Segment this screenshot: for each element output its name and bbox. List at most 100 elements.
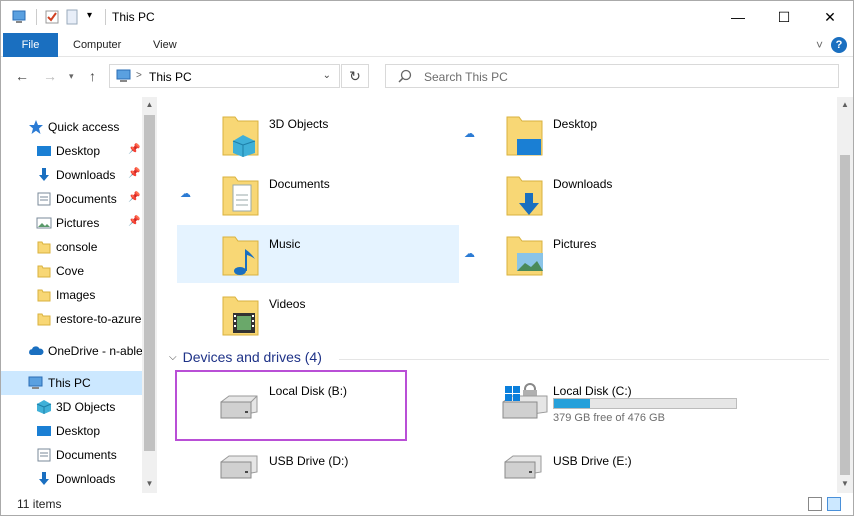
sidebar-item-cove[interactable]: Cove <box>1 259 142 283</box>
sidebar-item-label: Documents <box>56 192 117 206</box>
desktop-icon <box>36 143 52 159</box>
folder-name: Videos <box>269 297 306 311</box>
folder-name: Downloads <box>553 177 613 191</box>
drive-name: USB Drive (E:) <box>553 454 632 468</box>
sidebar-item-3d-objects[interactable]: 3D Objects <box>1 395 142 419</box>
sidebar-item-downloads[interactable]: Downloads 📌 <box>1 163 142 187</box>
folder-3d-objects[interactable]: 3D Objects <box>177 105 459 163</box>
folder-music[interactable]: Music <box>177 225 459 283</box>
close-button[interactable]: ✕ <box>807 1 853 33</box>
devices-group-header[interactable]: ⌵ Devices and drives (4) <box>169 349 322 365</box>
pin-icon: 📌 <box>128 192 141 203</box>
properties-icon[interactable] <box>44 9 60 25</box>
navigation-bar: ← → ▾ ↑ > This PC ⌄ ↻ Search This PC <box>1 57 853 97</box>
expand-ribbon-chevron-icon[interactable]: ˅ <box>816 38 823 52</box>
sidebar-scroll-thumb[interactable] <box>144 115 155 451</box>
scroll-down-arrow-icon[interactable]: ▼ <box>142 479 157 488</box>
3d-objects-folder-icon <box>221 111 261 162</box>
sidebar-item-documents[interactable]: Documents <box>1 443 142 467</box>
status-bar: 11 items <box>1 493 853 515</box>
drive-name: USB Drive (D:) <box>269 454 349 468</box>
pin-icon: 📌 <box>128 216 141 227</box>
pin-icon: 📌 <box>128 144 141 155</box>
item-count: 11 items <box>17 497 62 511</box>
folder-name: Desktop <box>553 117 598 131</box>
sidebar-item-label: Cove <box>56 264 85 278</box>
folder-videos[interactable]: Videos <box>177 285 459 343</box>
sidebar-item-restore-to-azure[interactable]: restore-to-azure <box>1 307 142 331</box>
refresh-button[interactable]: ↻ <box>341 64 369 88</box>
sidebar-item-downloads[interactable]: Downloads <box>1 467 142 491</box>
title-bar: ▾ This PC — ☐ ✕ <box>1 1 853 33</box>
onedrive-icon <box>28 343 44 359</box>
sidebar-item-pictures[interactable]: Pictures 📌 <box>1 211 142 235</box>
folder-documents[interactable]: Documents <box>177 165 459 223</box>
sidebar-item-label: Documents <box>56 448 117 462</box>
usb-drive-icon <box>501 454 545 485</box>
drive-local-disk-c[interactable]: Local Disk (C:) 379 GB free of 476 GB <box>461 372 743 442</box>
sidebar-item-this-pc[interactable]: This PC <box>1 371 142 395</box>
back-arrow-icon[interactable]: ← <box>15 68 29 84</box>
recent-locations-chevron-icon[interactable]: ▾ <box>69 71 74 82</box>
drive-usage-fill <box>554 399 591 408</box>
scroll-up-arrow-icon[interactable]: ▲ <box>837 100 853 109</box>
large-icons-view-icon[interactable] <box>827 497 841 511</box>
help-icon[interactable]: ? <box>831 37 847 53</box>
documents-folder-icon <box>221 171 261 222</box>
search-input[interactable]: Search This PC <box>424 70 508 84</box>
ribbon-right-controls: ˅ ? <box>816 37 847 53</box>
sidebar-item-label: console <box>56 240 98 254</box>
file-view: 3D Objects ☁ Desktop ☁ Documents Downloa… <box>159 97 837 493</box>
sidebar-item-label: restore-to-azure <box>56 312 142 326</box>
drive-usb-e[interactable]: USB Drive (E:) <box>461 442 743 493</box>
sidebar-item-label: Images <box>56 288 96 302</box>
drive-usb-d[interactable]: USB Drive (D:) <box>177 442 459 493</box>
sidebar-item-label: Downloads <box>56 472 116 486</box>
sidebar-item-desktop[interactable]: Desktop 📌 <box>1 139 142 163</box>
breadcrumb-this-pc[interactable]: This PC <box>149 70 192 84</box>
tab-view[interactable]: View <box>153 33 177 57</box>
sidebar-item-label: Desktop <box>56 424 101 438</box>
folder-icon <box>36 263 52 279</box>
sidebar-item-console[interactable]: console <box>1 235 142 259</box>
sidebar-item-images[interactable]: Images <box>1 283 142 307</box>
sidebar-item-quick-access[interactable]: Quick access <box>1 115 142 139</box>
minimize-button[interactable]: — <box>715 1 761 33</box>
customize-qat-chevron-icon[interactable]: ▾ <box>87 10 92 26</box>
folder-desktop[interactable]: Desktop <box>461 105 743 163</box>
scroll-up-arrow-icon[interactable]: ▲ <box>142 100 157 109</box>
search-box[interactable]: Search This PC <box>385 64 839 88</box>
folder-pictures[interactable]: Pictures <box>461 225 743 283</box>
sidebar-item-onedrive[interactable]: OneDrive - n-able <box>1 339 143 363</box>
sidebar-item-documents[interactable]: Documents 📌 <box>1 187 142 211</box>
explorer-app-icon[interactable] <box>11 9 29 25</box>
desktop-icon <box>36 423 52 439</box>
new-folder-icon[interactable] <box>65 9 79 25</box>
details-view-icon[interactable] <box>808 497 822 511</box>
address-bar[interactable]: > This PC ⌄ <box>109 64 340 88</box>
maximize-button[interactable]: ☐ <box>761 1 807 33</box>
drive-free-space: 379 GB free of 476 GB <box>553 412 665 424</box>
sidebar-item-label: This PC <box>48 376 91 390</box>
forward-arrow-icon[interactable]: → <box>43 68 57 84</box>
content-scrollbar[interactable]: ▲ ▼ <box>837 97 853 493</box>
pictures-folder-icon <box>505 231 545 282</box>
desktop-folder-icon <box>505 111 545 162</box>
downloads-folder-icon <box>505 171 545 222</box>
collapse-chevron-icon[interactable]: ⌵ <box>169 352 177 363</box>
content-scroll-thumb[interactable] <box>840 155 850 475</box>
sidebar-scrollbar[interactable]: ▲ ▼ <box>142 97 157 493</box>
music-folder-icon <box>221 231 261 282</box>
scroll-down-arrow-icon[interactable]: ▼ <box>837 479 853 488</box>
qat-separator <box>36 9 37 25</box>
pin-icon: 📌 <box>128 168 141 179</box>
folder-icon <box>36 239 52 255</box>
up-arrow-icon[interactable]: ↑ <box>89 68 96 84</box>
folder-downloads[interactable]: Downloads <box>461 165 743 223</box>
tab-file[interactable]: File <box>3 33 58 57</box>
tab-computer[interactable]: Computer <box>73 33 121 57</box>
pictures-icon <box>36 215 52 231</box>
drive-local-disk-b[interactable]: Local Disk (B:) <box>177 372 459 442</box>
sidebar-item-desktop[interactable]: Desktop <box>1 419 142 443</box>
address-dropdown-chevron-icon[interactable]: ⌄ <box>323 70 331 81</box>
